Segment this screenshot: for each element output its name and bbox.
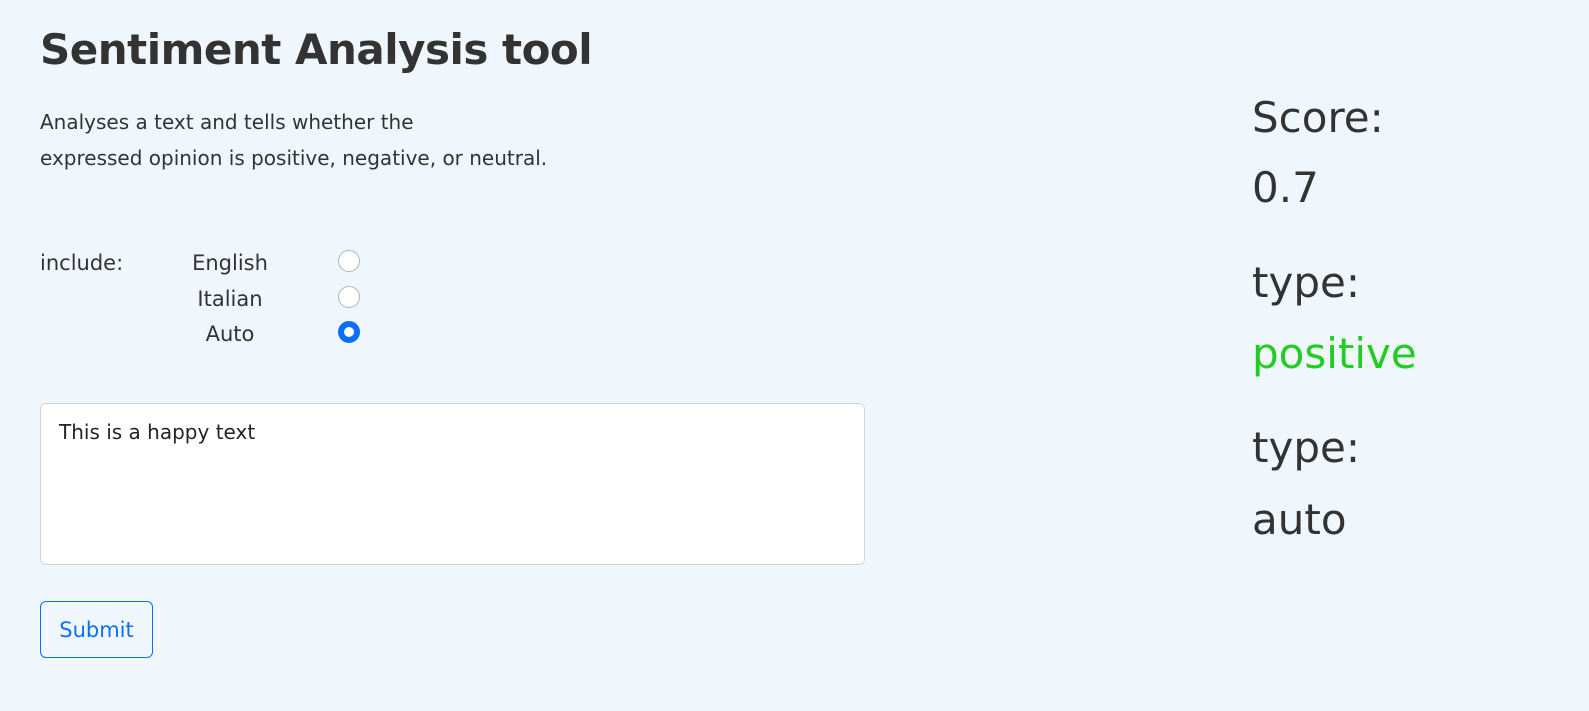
submit-button[interactable]: Submit	[40, 601, 153, 658]
page-title: Sentiment Analysis tool	[40, 25, 593, 74]
radio-row-english: English	[170, 248, 370, 284]
radio-row-italian: Italian	[170, 284, 370, 320]
language-type-label: type:	[1252, 423, 1360, 472]
radio-english[interactable]	[338, 250, 360, 272]
score-label: Score:	[1252, 93, 1384, 142]
language-type-value: auto	[1252, 495, 1347, 544]
score-value: 0.7	[1252, 163, 1319, 212]
radio-italian[interactable]	[338, 286, 360, 308]
radio-label-auto: Auto	[205, 322, 255, 346]
radio-label-english: English	[192, 251, 268, 275]
text-input[interactable]: This is a happy text	[40, 403, 865, 565]
radio-auto[interactable]	[338, 321, 360, 343]
radio-label-italian: Italian	[197, 287, 263, 311]
sentiment-type-value: positive	[1252, 329, 1417, 378]
sentiment-type-label: type:	[1252, 258, 1360, 307]
description-line-2: expressed opinion is positive, negative,…	[40, 146, 548, 170]
include-label: include:	[40, 251, 124, 275]
description-line-1: Analyses a text and tells whether the	[40, 110, 414, 134]
radio-row-auto: Auto	[170, 319, 370, 355]
page-description: Analyses a text and tells whether the ex…	[40, 104, 600, 176]
